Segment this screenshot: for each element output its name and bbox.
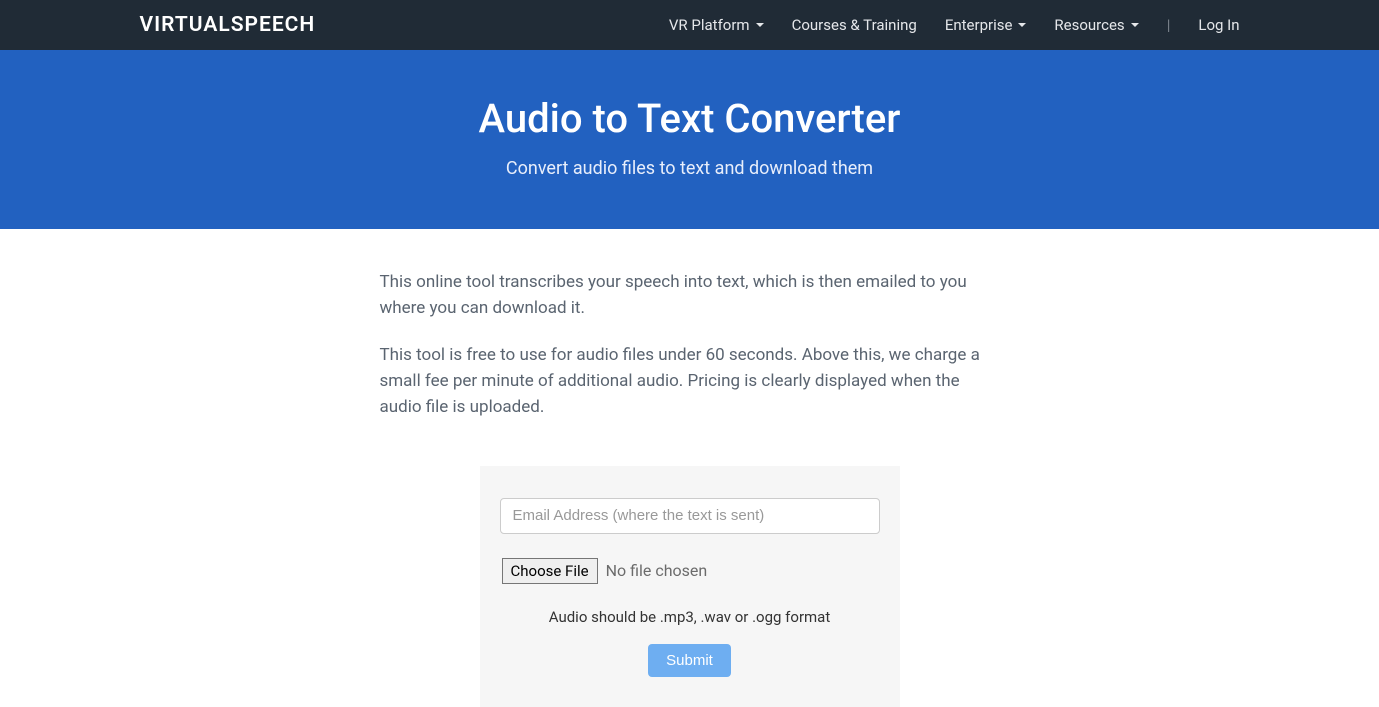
- file-status-text: No file chosen: [606, 561, 708, 580]
- chevron-down-icon: [756, 23, 764, 27]
- nav-enterprise-label: Enterprise: [945, 16, 1013, 34]
- nav-login-label: Log In: [1198, 16, 1239, 34]
- email-field[interactable]: [500, 498, 880, 534]
- chevron-down-icon: [1131, 23, 1139, 27]
- navbar-inner: VIRTUALSPEECH VR Platform Courses & Trai…: [140, 13, 1240, 37]
- choose-file-button[interactable]: Choose File: [502, 558, 598, 584]
- nav-vr-platform-label: VR Platform: [669, 16, 750, 34]
- page-title: Audio to Text Converter: [20, 95, 1359, 142]
- brand-logo[interactable]: VIRTUALSPEECH: [140, 13, 316, 37]
- main-content: This online tool transcribes your speech…: [360, 229, 1020, 707]
- nav-courses-label: Courses & Training: [792, 16, 917, 34]
- hero-banner: Audio to Text Converter Convert audio fi…: [0, 50, 1379, 229]
- page-subtitle: Convert audio files to text and download…: [20, 158, 1359, 179]
- nav-resources[interactable]: Resources: [1054, 16, 1138, 34]
- chevron-down-icon: [1018, 23, 1026, 27]
- submit-button[interactable]: Submit: [648, 644, 731, 677]
- format-hint: Audio should be .mp3, .wav or .ogg forma…: [500, 608, 880, 626]
- nav-links: VR Platform Courses & Training Enterpris…: [669, 16, 1240, 34]
- nav-separator: |: [1167, 16, 1171, 34]
- nav-courses[interactable]: Courses & Training: [792, 16, 917, 34]
- file-input-row: Choose File No file chosen: [500, 558, 880, 584]
- upload-form: Choose File No file chosen Audio should …: [480, 466, 900, 707]
- nav-resources-label: Resources: [1054, 16, 1124, 34]
- nav-enterprise[interactable]: Enterprise: [945, 16, 1027, 34]
- top-navbar: VIRTUALSPEECH VR Platform Courses & Trai…: [0, 0, 1379, 50]
- description-paragraph-2: This tool is free to use for audio files…: [380, 342, 1000, 421]
- nav-vr-platform[interactable]: VR Platform: [669, 16, 764, 34]
- nav-login[interactable]: Log In: [1198, 16, 1239, 34]
- description-paragraph-1: This online tool transcribes your speech…: [380, 269, 1000, 322]
